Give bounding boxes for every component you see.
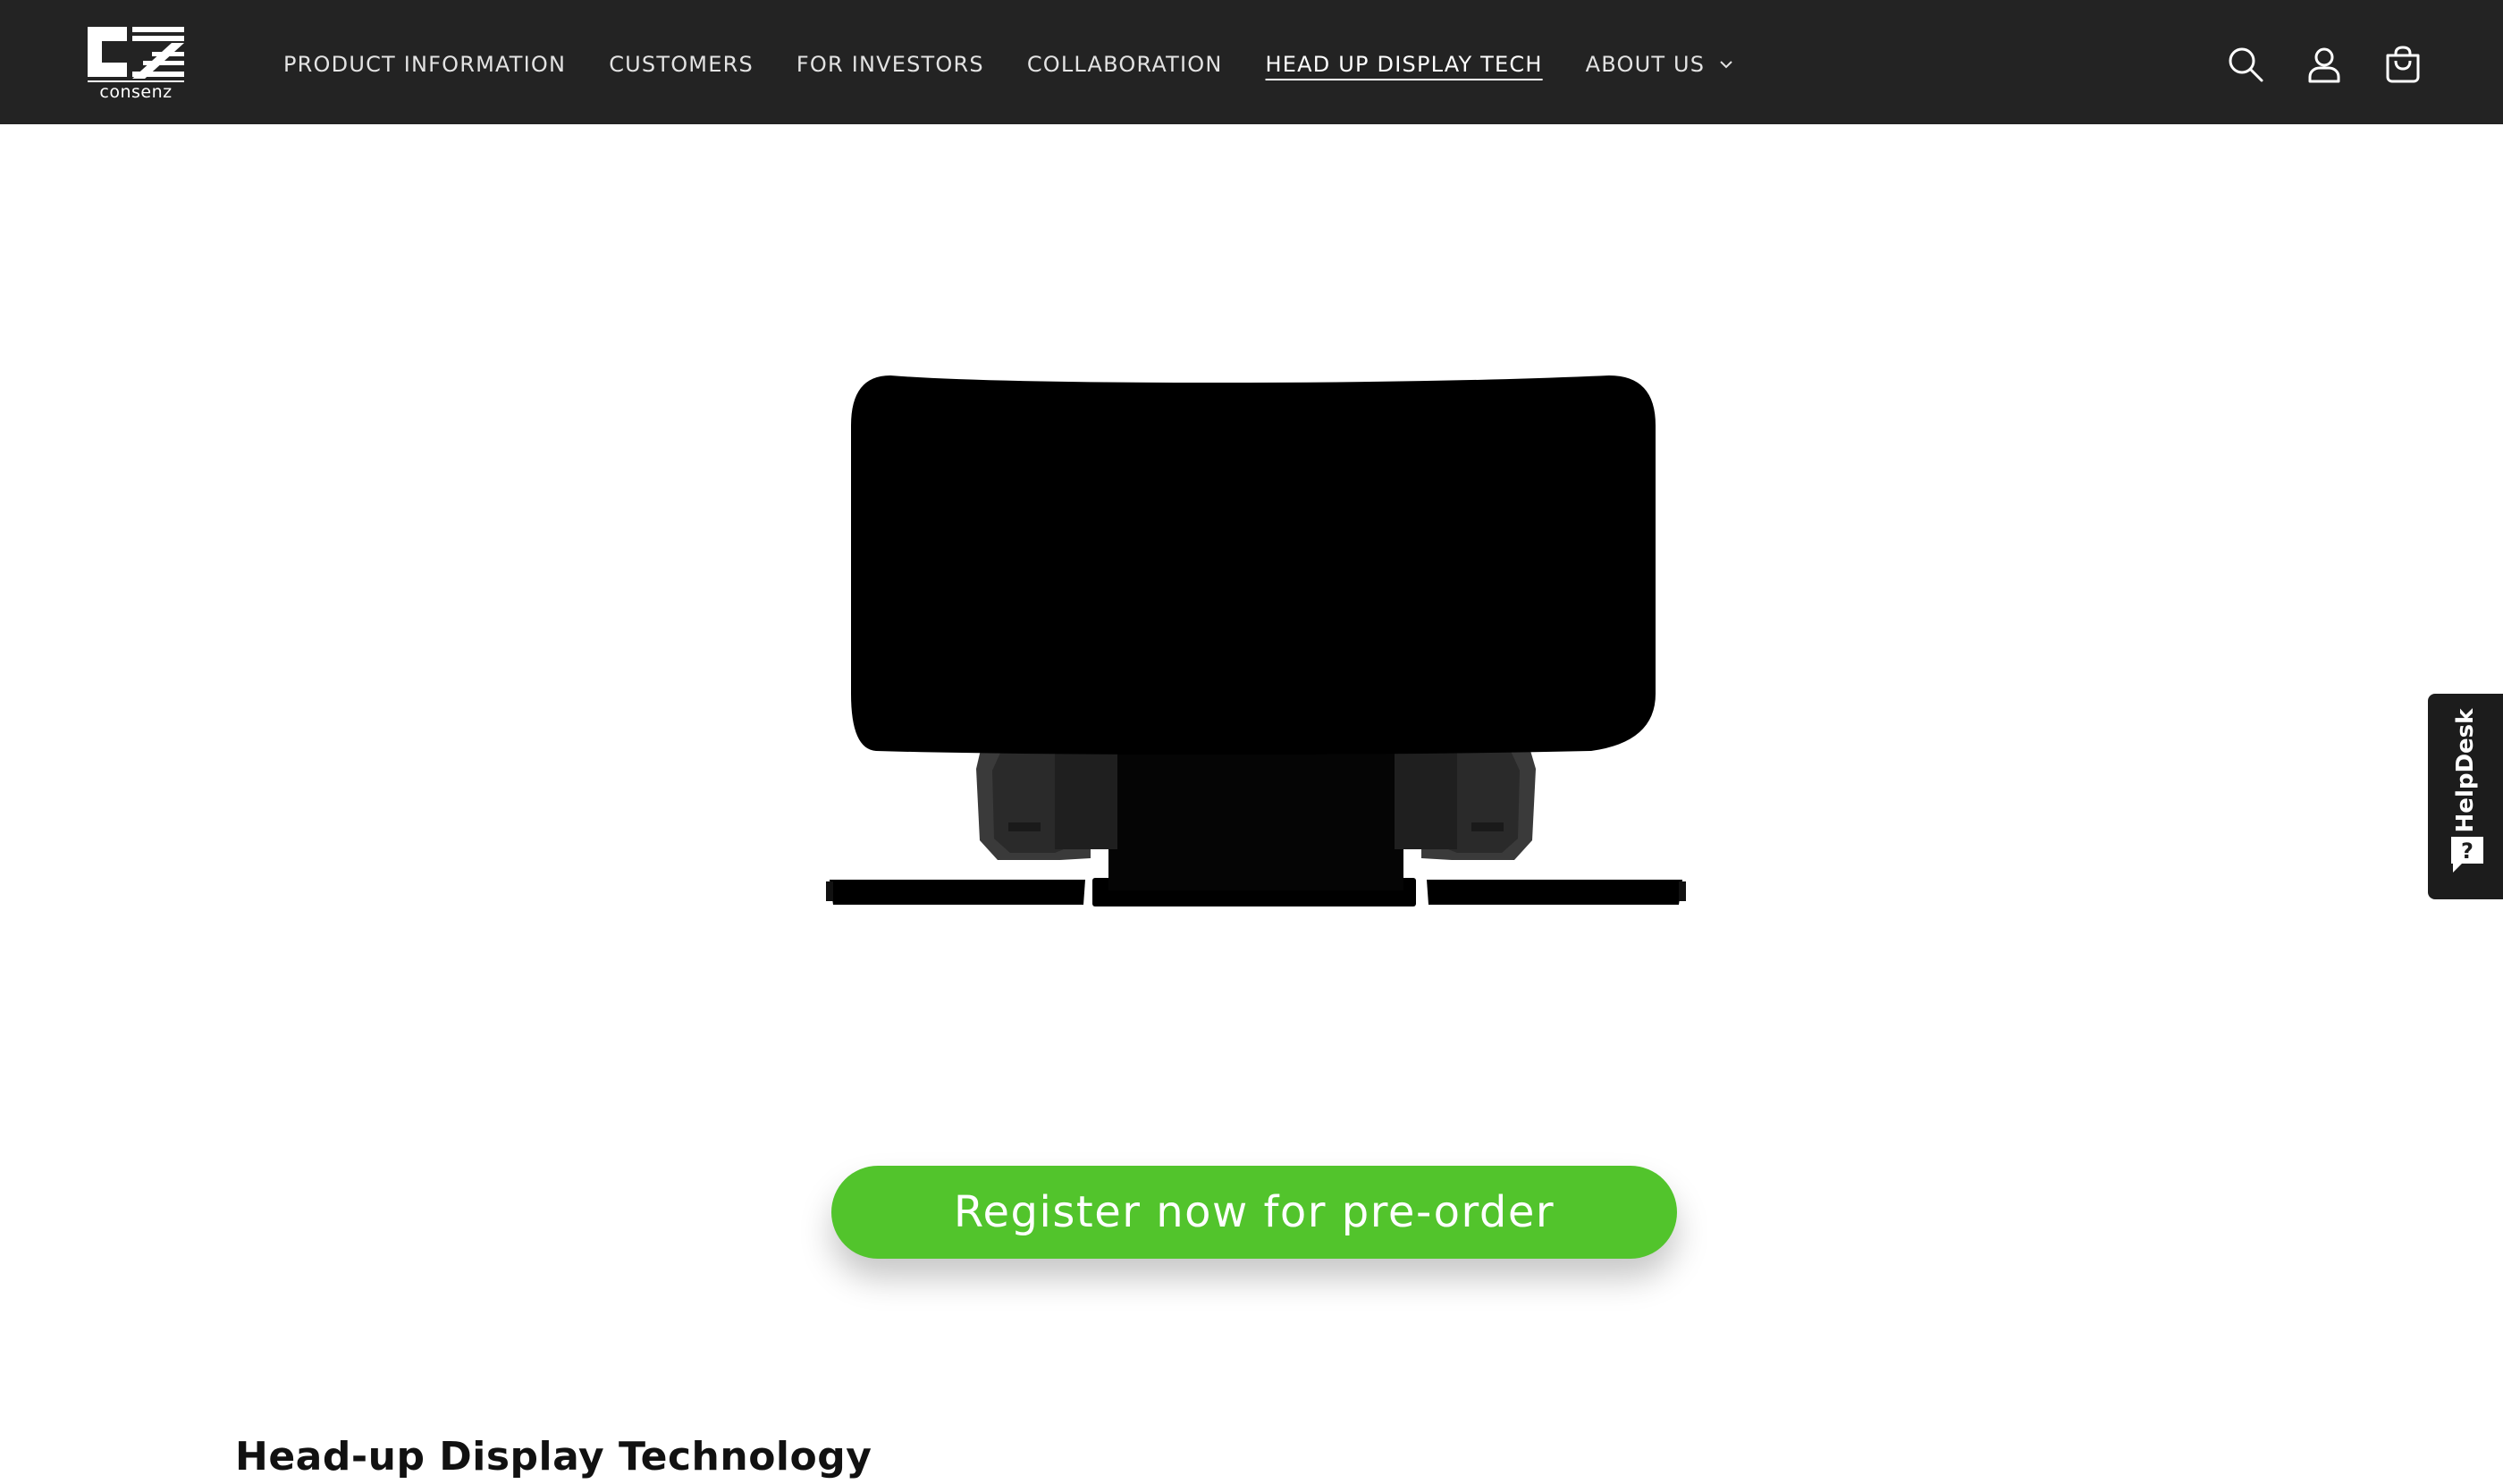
account-button[interactable] [2299,39,2349,89]
main-nav: PRODUCT INFORMATION CUSTOMERS FOR INVEST… [283,46,1778,82]
helpdesk-label: HelpDesk [2452,708,2479,833]
nav-item-for-investors[interactable]: FOR INVESTORS [796,46,984,82]
site-header: consenz PRODUCT INFORMATION CUSTOMERS FO… [0,0,2503,124]
logo-wordmark: consenz [99,82,173,102]
nav-item-customers[interactable]: CUSTOMERS [609,46,754,82]
nav-item-label: FOR INVESTORS [796,52,984,77]
nav-item-label: HEAD UP DISPLAY TECH [1265,52,1543,77]
cart-button[interactable] [2378,39,2428,89]
chevron-down-icon [1720,61,1732,69]
nav-item-label: COLLABORATION [1026,52,1223,77]
helpdesk-tab[interactable]: HelpDesk ? [2428,694,2503,899]
register-preorder-button[interactable]: Register now for pre-order [831,1166,1677,1259]
cart-icon [2386,46,2420,83]
nav-item-label: CUSTOMERS [609,52,754,77]
nav-item-product-information[interactable]: PRODUCT INFORMATION [283,46,566,82]
account-icon [2308,47,2340,83]
nav-item-collaboration[interactable]: COLLABORATION [1027,46,1223,82]
svg-text:?: ? [2461,839,2474,864]
nav-item-head-up-display-tech[interactable]: HEAD UP DISPLAY TECH [1266,46,1543,82]
search-icon [2229,47,2263,82]
hud-device-image [826,375,1686,906]
nav-item-label: ABOUT US [1585,52,1706,77]
nav-item-label: PRODUCT INFORMATION [283,52,567,77]
nav-item-about-us[interactable]: ABOUT US [1586,46,1736,82]
section-title: Head-up Display Technology [235,1434,872,1480]
header-icons [2221,38,2428,91]
question-chat-icon: ? [2451,837,2483,873]
search-button[interactable] [2221,39,2271,89]
